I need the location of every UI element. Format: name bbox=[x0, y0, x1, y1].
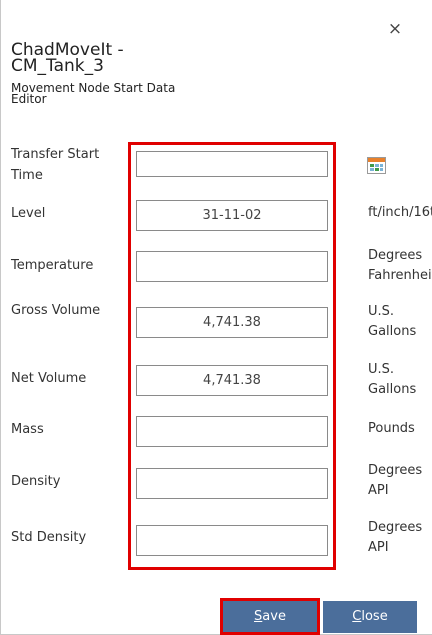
label-density: Density bbox=[11, 474, 61, 489]
close-button[interactable]: Close bbox=[323, 601, 417, 633]
dialog-subtitle: Movement Node Start Data Editor bbox=[11, 81, 176, 106]
transfer-start-time-input[interactable] bbox=[136, 151, 328, 177]
close-label-rest: lose bbox=[361, 609, 388, 624]
density-input[interactable] bbox=[136, 468, 328, 499]
unit-std-density: Degrees API bbox=[368, 520, 423, 555]
close-icon[interactable]: × bbox=[387, 20, 403, 38]
unit-temperature: Degrees Fahrenheit bbox=[368, 248, 432, 283]
save-button[interactable]: Save bbox=[223, 601, 317, 633]
label-std-density: Std Density bbox=[11, 530, 87, 545]
level-input[interactable] bbox=[136, 200, 328, 231]
label-mass: Mass bbox=[11, 422, 44, 437]
unit-density: Degrees API bbox=[368, 463, 423, 498]
label-net-volume: Net Volume bbox=[11, 371, 87, 386]
unit-gross-volume: U.S. Gallons bbox=[368, 304, 417, 339]
unit-level: ft/inch/16th bbox=[368, 205, 432, 220]
std-density-input[interactable] bbox=[136, 525, 328, 556]
movement-node-dialog: × ChadMoveIt - CM_Tank_3 Movement Node S… bbox=[0, 0, 432, 635]
net-volume-input[interactable] bbox=[136, 365, 328, 396]
mass-input[interactable] bbox=[136, 416, 328, 447]
dialog-title-line2: CM_Tank_3 bbox=[11, 56, 104, 76]
calendar-icon[interactable] bbox=[367, 157, 386, 174]
label-temperature: Temperature bbox=[11, 258, 94, 273]
close-accel-key: C bbox=[352, 609, 362, 624]
temperature-input[interactable] bbox=[136, 251, 328, 282]
label-level: Level bbox=[11, 206, 46, 221]
label-gross-volume: Gross Volume bbox=[11, 303, 101, 318]
save-label-rest: ave bbox=[262, 609, 286, 624]
gross-volume-input[interactable] bbox=[136, 307, 328, 338]
unit-mass: Pounds bbox=[368, 421, 415, 436]
unit-net-volume: U.S. Gallons bbox=[368, 362, 417, 397]
label-transfer-start-time: Transfer Start Time bbox=[11, 147, 100, 183]
dialog-title: ChadMoveIt - CM_Tank_3 bbox=[11, 42, 124, 76]
